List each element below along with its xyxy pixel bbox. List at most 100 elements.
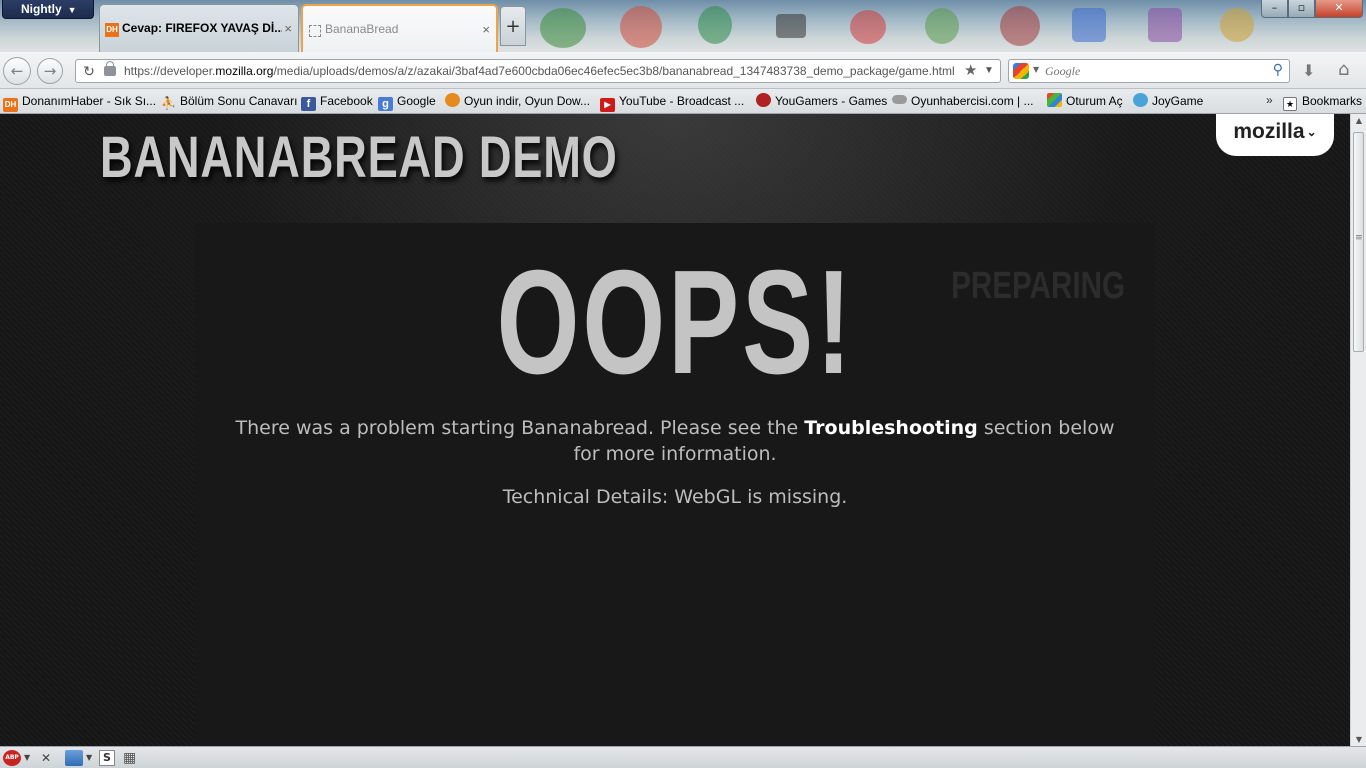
new-tab-button[interactable]: + xyxy=(500,6,526,46)
navigation-bar: ← → ↻ https://developer.mozilla.org/medi… xyxy=(0,52,1366,89)
game-panel: PREPARING OOPS! There was a problem star… xyxy=(195,223,1155,746)
desktop-icon xyxy=(620,6,662,48)
minimize-button[interactable]: – xyxy=(1261,0,1288,18)
vertical-scrollbar[interactable]: ▲ ▼ xyxy=(1350,114,1366,746)
desktop-icon xyxy=(776,14,806,38)
reload-icon[interactable]: ↻ xyxy=(80,60,98,82)
back-button[interactable]: ← xyxy=(3,57,31,85)
bookmark-item[interactable]: f Facebook xyxy=(301,93,373,111)
facebook-icon: f xyxy=(301,97,316,111)
grid-icon[interactable]: ▦ xyxy=(123,750,139,766)
close-window-button[interactable]: ✕ xyxy=(1315,0,1363,18)
back-arrow-icon: ← xyxy=(10,62,24,80)
mozilla-logo: mozilla xyxy=(1233,120,1305,143)
bookmark-item[interactable]: ▶ YouTube - Broadcast ... xyxy=(600,93,745,112)
troubleshooting-link[interactable]: Troubleshooting xyxy=(804,417,978,439)
windows-icon xyxy=(1047,93,1062,107)
desktop-icon xyxy=(540,8,586,48)
lock-icon[interactable] xyxy=(104,61,116,76)
desktop-icon xyxy=(1000,6,1040,46)
dh-favicon-icon: DH xyxy=(105,23,119,37)
scroll-down-icon[interactable]: ▼ xyxy=(1351,735,1366,744)
desktop-icon xyxy=(1072,8,1106,42)
chevron-down-icon: ▼ xyxy=(67,5,77,15)
app-menu-label: Nightly xyxy=(21,2,62,16)
bookmarks-toolbar: DH DonanımHaber - Sık Sı... ⛹ Bölüm Sonu C… xyxy=(0,89,1366,114)
search-input[interactable] xyxy=(1045,62,1265,80)
bookmark-star-icon[interactable]: ★ xyxy=(964,60,977,82)
error-heading-text: OOPS! xyxy=(496,240,854,405)
search-icon[interactable]: ⚲ xyxy=(1273,62,1283,78)
forward-arrow-icon: → xyxy=(43,62,57,80)
dh-icon: DH xyxy=(3,98,18,112)
bookmark-label: YouTube - Broadcast ... xyxy=(619,94,745,108)
chevron-down-icon[interactable]: ▼ xyxy=(24,750,30,766)
scroll-up-icon[interactable]: ▲ xyxy=(1351,116,1366,125)
tab-donanimhaber[interactable]: DH Cevap: FIREFOX YAVAŞ Dİ... × xyxy=(99,4,299,52)
home-icon[interactable]: ⌂ xyxy=(1338,59,1349,80)
bookmark-item[interactable]: Oyunhabercisi.com | ... xyxy=(892,93,1034,110)
maximize-button[interactable]: ▫ xyxy=(1288,0,1315,18)
downloads-icon[interactable]: ⬇ xyxy=(1302,61,1315,80)
bookmark-label: Facebook xyxy=(320,94,373,108)
url-bar[interactable]: ↻ https://developer.mozilla.org/media/up… xyxy=(75,59,1001,83)
bookmark-item[interactable]: ⛹ Bölüm Sonu Canavarı xyxy=(161,93,297,110)
bookmarks-star-icon: ★ xyxy=(1283,97,1297,111)
history-dropdown-icon[interactable]: ▼ xyxy=(984,60,994,82)
tab-close-icon[interactable]: × xyxy=(482,22,490,37)
yougamers-icon xyxy=(756,93,771,107)
bookmark-item[interactable]: DH DonanımHaber - Sık Sı... xyxy=(3,93,156,112)
page-title: BANANABREAD DEMO xyxy=(100,125,618,190)
scroll-thumb[interactable] xyxy=(1353,132,1364,352)
bookmark-label: Oyunhabercisi.com | ... xyxy=(911,94,1034,108)
bookmarks-menu-button[interactable]: ★ Bookmarks xyxy=(1283,93,1362,111)
tab-label: BananaBread xyxy=(325,22,399,36)
bookmark-label: Google xyxy=(397,94,436,108)
error-message: There was a problem starting Bananabread… xyxy=(235,415,1115,467)
bookmarks-overflow-icon[interactable]: » xyxy=(1266,93,1273,107)
bookmark-item[interactable]: Oturum Aç xyxy=(1047,93,1123,110)
url-prefix: https://developer. xyxy=(124,64,216,78)
bookmark-item[interactable]: JoyGame xyxy=(1133,93,1203,110)
close-icon[interactable]: ✕ xyxy=(41,750,51,766)
network-icon[interactable] xyxy=(65,750,83,766)
addon-bar: ABP ▼ ✕ ▼ S ▦ xyxy=(0,746,1366,768)
technical-details: Technical Details: WebGL is missing. xyxy=(502,486,848,508)
forward-button[interactable]: → xyxy=(37,58,63,84)
chevron-down-icon: ⌄ xyxy=(1306,125,1317,139)
mozilla-tab-button[interactable]: mozilla ⌄ xyxy=(1216,114,1334,156)
url-text[interactable]: https://developer.mozilla.org/media/uplo… xyxy=(124,60,954,82)
page-favicon-icon xyxy=(309,25,321,37)
bookmark-item[interactable]: Oyun indir, Oyun Dow... xyxy=(445,93,590,110)
bookmark-label: YouGamers - Games xyxy=(775,94,888,108)
bookmark-item[interactable]: YouGamers - Games xyxy=(756,93,887,110)
desktop-icon xyxy=(1220,8,1254,42)
google-engine-icon[interactable] xyxy=(1013,63,1029,79)
adblock-icon[interactable]: ABP xyxy=(3,750,21,766)
game-icon xyxy=(445,93,460,107)
desktop-icon xyxy=(1148,8,1182,42)
gamepad-icon xyxy=(892,95,907,104)
bookmark-label: Oyun indir, Oyun Dow... xyxy=(464,94,591,108)
google-icon: g xyxy=(378,97,393,111)
tab-close-icon[interactable]: × xyxy=(284,21,292,36)
url-path: /media/uploads/demos/a/z/azakai/3baf4ad7… xyxy=(273,64,954,78)
figure-icon: ⛹ xyxy=(161,96,176,110)
bookmark-label: JoyGame xyxy=(1152,94,1204,108)
bookmark-item[interactable]: g Google xyxy=(378,93,436,111)
joygame-icon xyxy=(1133,93,1148,107)
app-menu-button[interactable]: Nightly ▼ xyxy=(2,0,94,19)
desktop-icon xyxy=(698,6,732,44)
chevron-down-icon[interactable]: ▼ xyxy=(86,750,92,766)
bookmarks-menu-label: Bookmarks xyxy=(1302,94,1363,108)
error-heading: OOPS! xyxy=(195,243,1155,403)
youtube-icon: ▶ xyxy=(600,98,615,112)
url-domain: mozilla.org xyxy=(215,64,274,78)
skype-icon[interactable]: S xyxy=(99,750,115,766)
desktop-icon xyxy=(925,8,959,44)
tab-bananabread[interactable]: BananaBread × xyxy=(301,4,498,52)
chevron-down-icon[interactable]: ▼ xyxy=(1033,65,1039,74)
desktop-icon xyxy=(850,10,886,44)
search-bar: ▼ ⚲ xyxy=(1008,59,1290,83)
bookmark-label: Bölüm Sonu Canavarı xyxy=(180,94,298,108)
